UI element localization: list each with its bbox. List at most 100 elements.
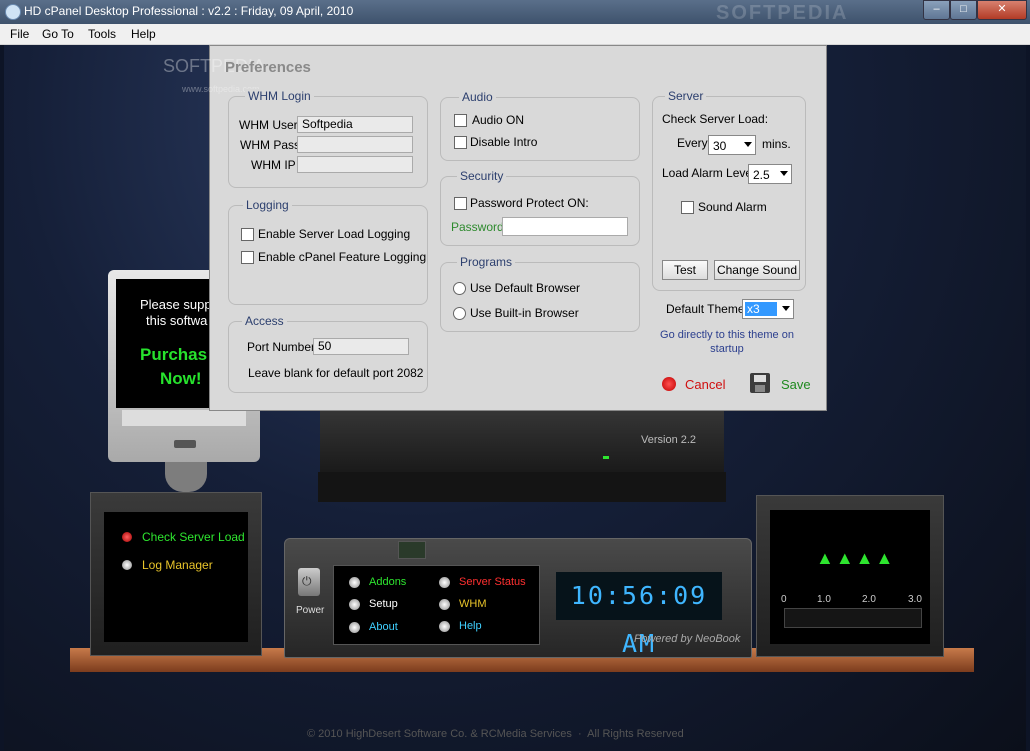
chevron-down-icon xyxy=(744,142,752,147)
port-number-label: Port Number xyxy=(247,340,316,354)
about-dot-icon xyxy=(349,622,360,633)
logging-title: Logging xyxy=(243,198,292,212)
feature-logging-label: Enable cPanel Feature Logging xyxy=(258,250,427,264)
access-group xyxy=(228,321,428,393)
disable-intro-checkbox[interactable] xyxy=(454,136,467,149)
log-manager-led-icon xyxy=(122,560,132,570)
menu-file[interactable]: File xyxy=(10,27,29,41)
close-button[interactable]: ✕ xyxy=(977,0,1027,20)
menu-go-to[interactable]: Go To xyxy=(42,27,74,41)
builtin-browser-radio[interactable] xyxy=(453,307,466,320)
menu-help[interactable]: Help xyxy=(131,27,156,41)
power-icon: ⏻ xyxy=(302,574,312,588)
builtin-browser-label: Use Built-in Browser xyxy=(470,306,579,320)
alarm-level-value: 2.5 xyxy=(753,168,770,182)
whm-ip-label: WHM IP xyxy=(251,158,296,172)
default-theme-select[interactable]: x3 xyxy=(742,299,794,319)
central-led-icon xyxy=(603,456,609,459)
server-status-indicator-icon: ▲▲▲▲ xyxy=(816,548,896,568)
setup-button[interactable]: Setup xyxy=(369,598,398,610)
sound-alarm-label: Sound Alarm xyxy=(698,200,767,214)
console-badge-icon xyxy=(398,541,426,559)
audio-on-checkbox[interactable] xyxy=(454,114,467,127)
minimize-button[interactable]: – xyxy=(923,0,950,20)
digital-clock: 10:56:09 AM xyxy=(556,572,722,658)
sound-alarm-checkbox[interactable] xyxy=(681,201,694,214)
default-browser-label: Use Default Browser xyxy=(470,281,581,295)
title-watermark: SOFTPEDIA xyxy=(716,2,849,24)
help-dot-icon xyxy=(439,621,450,632)
ad-purchase-2[interactable]: Now! xyxy=(160,369,202,389)
save-button[interactable]: Save xyxy=(781,377,811,392)
whm-user-input[interactable]: Softpedia xyxy=(297,116,413,133)
theme-note-line-1: Go directly to this theme on xyxy=(660,329,794,341)
chevron-down-icon xyxy=(780,171,788,176)
server-load-logging-label: Enable Server Load Logging xyxy=(258,227,411,241)
default-theme-value: x3 xyxy=(745,302,777,316)
version-label: Version 2.2 xyxy=(641,434,697,446)
gauge-tick-3: 3.0 xyxy=(908,594,922,605)
gauge-tick-0: 0 xyxy=(781,594,787,605)
password-protect-checkbox[interactable] xyxy=(454,197,467,210)
ad-line-2: this softwa xyxy=(146,313,208,328)
ad-purchase-1[interactable]: Purchas xyxy=(140,345,207,365)
access-title: Access xyxy=(242,314,287,328)
mins-label: mins. xyxy=(762,137,791,151)
dialog-title: Preferences xyxy=(225,59,311,76)
maximize-button[interactable]: □ xyxy=(950,0,977,20)
gauge-bar xyxy=(784,608,922,628)
gauge-tick-1: 1.0 xyxy=(817,594,831,605)
monitor-buttons-icon xyxy=(174,440,196,448)
window-title: HD cPanel Desktop Professional : v2.2 : … xyxy=(24,4,354,18)
setup-dot-icon xyxy=(349,599,360,610)
whm-button[interactable]: WHM xyxy=(459,598,487,610)
addons-button[interactable]: Addons xyxy=(369,576,406,588)
alarm-level-select[interactable]: 2.5 xyxy=(748,164,792,184)
title-bar: HD cPanel Desktop Professional : v2.2 : … xyxy=(0,0,1030,24)
server-status-button[interactable]: Server Status xyxy=(459,576,526,588)
central-monitor-base xyxy=(318,472,726,502)
theme-note-line-2: startup xyxy=(710,343,744,355)
power-label: Power xyxy=(296,605,325,616)
cancel-icon[interactable] xyxy=(662,377,676,391)
whm-dot-icon xyxy=(439,599,450,610)
powered-by-label: Powered by NeoBook xyxy=(634,633,741,645)
copyright-footer: © 2010 HighDesert Software Co. & RCMedia… xyxy=(307,728,684,740)
password-input[interactable] xyxy=(502,217,628,236)
monitor-stand xyxy=(165,462,207,492)
theme-note: Go directly to this theme on startup xyxy=(657,328,797,356)
change-sound-button[interactable]: Change Sound xyxy=(714,260,800,280)
save-disk-icon[interactable] xyxy=(750,373,770,393)
port-number-input[interactable]: 50 xyxy=(313,338,409,355)
ad-line-1: Please supp xyxy=(140,297,212,312)
alarm-level-label: Load Alarm Level xyxy=(662,166,755,180)
default-theme-label: Default Theme xyxy=(666,302,745,316)
test-sound-button[interactable]: Test xyxy=(662,260,708,280)
whm-pass-label: WHM Pass xyxy=(240,138,300,152)
password-label: Password xyxy=(451,220,504,234)
disable-intro-label: Disable Intro xyxy=(470,135,538,149)
whm-ip-input[interactable] xyxy=(297,156,413,173)
log-manager-link[interactable]: Log Manager xyxy=(142,558,213,572)
help-button[interactable]: Help xyxy=(459,620,482,632)
menu-tools[interactable]: Tools xyxy=(88,27,116,41)
password-protect-label: Password Protect ON: xyxy=(470,196,589,210)
cancel-button[interactable]: Cancel xyxy=(685,377,725,392)
interval-value: 30 xyxy=(713,139,727,153)
server-load-logging-checkbox[interactable] xyxy=(241,228,254,241)
default-browser-radio[interactable] xyxy=(453,282,466,295)
interval-select[interactable]: 30 xyxy=(708,135,756,155)
programs-title: Programs xyxy=(457,255,516,269)
whm-user-label: WHM User xyxy=(239,118,298,132)
chevron-down-icon xyxy=(782,306,790,311)
every-label: Every xyxy=(677,136,708,150)
app-icon xyxy=(5,4,21,20)
port-note: Leave blank for default port 2082 xyxy=(248,366,424,380)
whm-pass-input[interactable] xyxy=(297,136,413,153)
feature-logging-checkbox[interactable] xyxy=(241,251,254,264)
about-button[interactable]: About xyxy=(369,621,398,633)
whm-login-title: WHM Login xyxy=(245,89,314,103)
server-title: Server xyxy=(665,89,707,103)
programs-group xyxy=(440,262,640,332)
check-server-load-link[interactable]: Check Server Load xyxy=(142,530,245,544)
